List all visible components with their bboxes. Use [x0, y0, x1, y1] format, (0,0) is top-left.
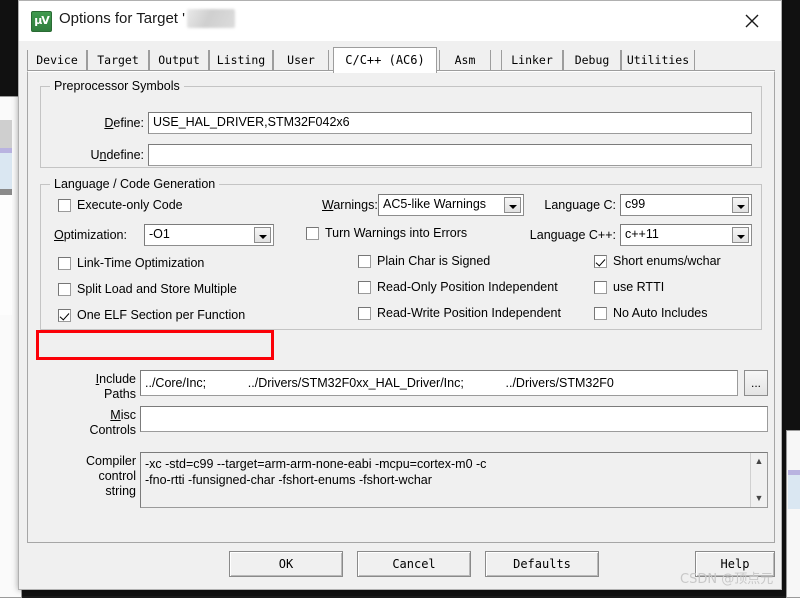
include-paths-input[interactable]: ../Core/Inc; ../Drivers/STM32F0xx_HAL_Dr…: [140, 370, 738, 396]
no-auto-includes-label: No Auto Includes: [613, 306, 708, 320]
options-for-target-dialog: µV Options for Target ' Device Target Ou…: [18, 0, 782, 590]
optimization-label: Optimization:: [54, 228, 127, 242]
execute-only-code-label: Execute-only Code: [77, 198, 183, 212]
tab-debug[interactable]: Debug: [563, 50, 621, 71]
read-write-position-independent-box[interactable]: [358, 307, 371, 320]
compiler-label-line3: string: [105, 484, 136, 498]
one-elf-section-per-function-box[interactable]: [58, 309, 71, 322]
warnings-label: Warnings:: [322, 198, 378, 212]
plain-char-is-signed-box[interactable]: [358, 255, 371, 268]
tab-listing[interactable]: Listing: [209, 50, 273, 71]
optimization-label-text: ptimization:: [64, 228, 127, 242]
dialog-title: Options for Target ': [59, 10, 185, 27]
define-label: Define:: [56, 116, 144, 130]
chevron-down-icon[interactable]: [732, 197, 749, 213]
include-paths-label-line1: nclude: [99, 372, 136, 386]
language-cpp-label: Language C++:: [508, 228, 616, 242]
misc-controls-label: Misc Controls: [48, 408, 136, 438]
warnings-label-text: arnings:: [333, 198, 377, 212]
undefine-input[interactable]: [148, 144, 752, 166]
use-rtti-box[interactable]: [594, 281, 607, 294]
chevron-down-icon[interactable]: [254, 227, 271, 243]
read-only-position-independent-label: Read-Only Position Independent: [377, 280, 558, 294]
read-write-position-independent-label: Read-Write Position Independent: [377, 306, 561, 320]
read-only-position-independent-box[interactable]: [358, 281, 371, 294]
cancel-button[interactable]: Cancel: [357, 551, 471, 577]
use-rtti-label: use RTTI: [613, 280, 664, 294]
include-paths-browse-button[interactable]: ...: [744, 370, 768, 396]
language-c-value: c99: [625, 197, 645, 211]
background-strip-gray: [0, 120, 12, 148]
compiler-label-line2: control: [98, 469, 136, 483]
misc-controls-label-line2: Controls: [89, 423, 136, 437]
language-code-generation-legend: Language / Code Generation: [50, 177, 219, 191]
scroll-down-icon[interactable]: ▼: [751, 491, 767, 506]
warnings-combo[interactable]: AC5-like Warnings: [378, 194, 524, 216]
compiler-label-line1: Compiler: [86, 454, 136, 468]
compiler-control-string-label: Compiler control string: [44, 454, 136, 499]
tabstrip: Device Target Output Listing User C/C++ …: [27, 47, 775, 71]
redacted-target-name: [187, 9, 235, 28]
preprocessor-symbols-legend: Preprocessor Symbols: [50, 79, 184, 93]
compiler-control-string-textarea[interactable]: -xc -std=c99 --target=arm-arm-none-eabi …: [140, 452, 768, 508]
define-label-text: efine:: [113, 116, 144, 130]
uvision-icon-glyph: µV: [32, 11, 51, 30]
uvision-icon: µV: [31, 11, 52, 32]
define-input[interactable]: USE_HAL_DRIVER,STM32F042x6: [148, 112, 752, 134]
execute-only-code-box[interactable]: [58, 199, 71, 212]
language-c-combo[interactable]: c99: [620, 194, 752, 216]
warnings-value: AC5-like Warnings: [383, 197, 486, 211]
split-load-store-box[interactable]: [58, 283, 71, 296]
language-cpp-combo[interactable]: c++11: [620, 224, 752, 246]
tab-panel-c-cpp: Preprocessor Symbols Define: USE_HAL_DRI…: [27, 71, 775, 543]
tab-utilities[interactable]: Utilities: [621, 50, 695, 71]
background-strip-white: [0, 195, 12, 315]
turn-warnings-into-errors-label: Turn Warnings into Errors: [325, 226, 467, 240]
include-paths-label-line2: Paths: [104, 387, 136, 401]
optimization-combo[interactable]: -O1: [144, 224, 274, 246]
background-window-right: [786, 430, 800, 598]
close-icon[interactable]: [731, 5, 775, 37]
undefine-label: Undefine:: [56, 148, 144, 162]
scroll-up-icon[interactable]: ▲: [751, 454, 767, 469]
defaults-button[interactable]: Defaults: [485, 551, 599, 577]
link-time-optimization-label: Link-Time Optimization: [77, 256, 204, 270]
csdn-watermark: CSDN @顶点元: [680, 568, 773, 587]
tab-user[interactable]: User: [273, 50, 329, 71]
ok-button[interactable]: OK: [229, 551, 343, 577]
tab-asm[interactable]: Asm: [439, 50, 491, 71]
split-load-store-label: Split Load and Store Multiple: [77, 282, 237, 296]
tab-output[interactable]: Output: [149, 50, 209, 71]
short-enums-wchar-label: Short enums/wchar: [613, 254, 721, 268]
language-c-label: Language C:: [508, 198, 616, 212]
plain-char-is-signed-label: Plain Char is Signed: [377, 254, 490, 268]
dialog-titlebar[interactable]: µV Options for Target ': [19, 1, 781, 41]
include-paths-label: Include Paths: [48, 372, 136, 402]
misc-controls-input[interactable]: [140, 406, 768, 432]
turn-warnings-into-errors-box[interactable]: [306, 227, 319, 240]
tab-target[interactable]: Target: [87, 50, 149, 71]
short-enums-wchar-box[interactable]: [594, 255, 607, 268]
no-auto-includes-box[interactable]: [594, 307, 607, 320]
tab-c-cpp-ac6[interactable]: C/C++ (AC6): [333, 47, 437, 73]
chevron-down-icon[interactable]: [732, 227, 749, 243]
link-time-optimization-box[interactable]: [58, 257, 71, 270]
tab-device[interactable]: Device: [27, 50, 87, 71]
misc-controls-label-line1: isc: [121, 408, 136, 422]
one-elf-section-per-function-label: One ELF Section per Function: [77, 308, 245, 322]
undefine-label-text: define:: [106, 148, 144, 162]
compiler-control-string-value: -xc -std=c99 --target=arm-arm-none-eabi …: [145, 456, 749, 488]
tab-linker[interactable]: Linker: [501, 50, 563, 71]
background-strip-blue: [0, 153, 12, 189]
compiler-string-scrollbar[interactable]: ▲ ▼: [750, 453, 767, 507]
background-strip-right-blue: [788, 475, 800, 509]
optimization-value: -O1: [149, 227, 170, 241]
language-cpp-value: c++11: [625, 227, 659, 241]
